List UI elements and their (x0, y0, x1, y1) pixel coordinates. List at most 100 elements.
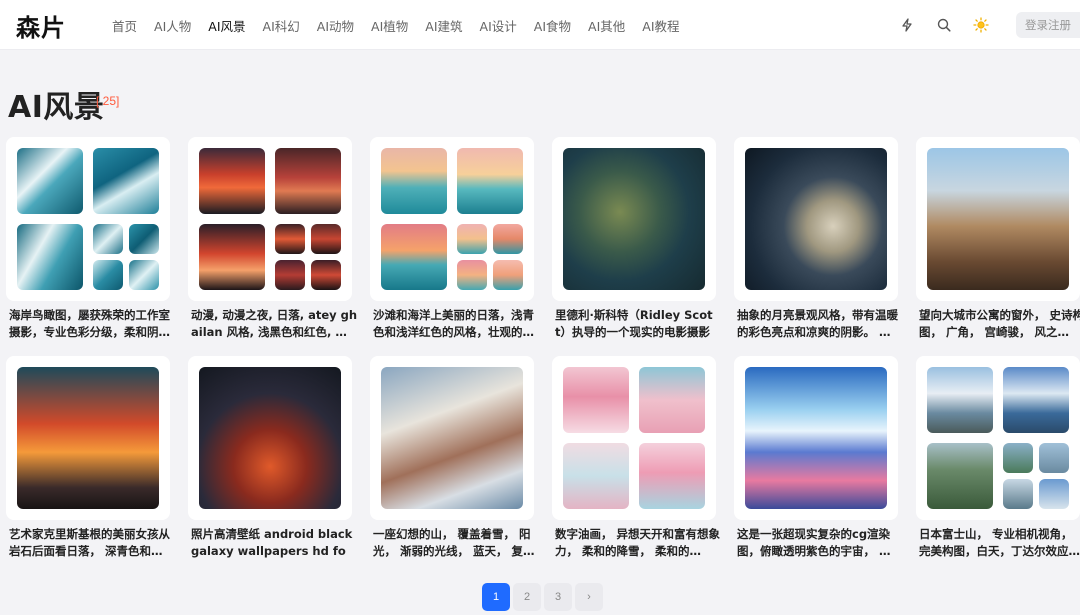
nav-item-ai-architecture[interactable]: AI建筑 (425, 16, 462, 35)
pagination: 1 2 3 › (482, 583, 606, 611)
mount-fuji-image (1039, 479, 1069, 509)
mount-fuji-image (1003, 367, 1069, 433)
card-caption[interactable]: 沙滩和海洋上美丽的日落，浅青色和浅洋红色的风格，壮观的… (370, 307, 540, 341)
anime-sunset-image (199, 224, 265, 290)
nav-item-ai-scifi[interactable]: AI科幻 (263, 16, 300, 35)
moon-landscape-image (745, 148, 887, 290)
card-thumbnail[interactable] (552, 356, 716, 520)
image-card[interactable]: 一座幻想的山， 覆盖着雪， 阳光， 渐弱的光线， 蓝天， 复… (370, 356, 535, 560)
coast-aerial-image (17, 224, 83, 290)
pink-fantasy-image (639, 443, 705, 509)
beach-sunset-image (457, 260, 487, 290)
nav-item-ai-food[interactable]: AI食物 (534, 16, 571, 35)
pink-fantasy-image (563, 443, 629, 509)
nav-item-ai-people[interactable]: AI人物 (154, 16, 191, 35)
card-thumbnail[interactable] (916, 356, 1080, 520)
cinematic-landscape-image (563, 148, 705, 290)
search-icon[interactable] (926, 7, 962, 43)
nav-item-home[interactable]: 首页 (112, 16, 137, 35)
pink-fantasy-image (639, 367, 705, 433)
card-thumbnail[interactable] (916, 137, 1080, 301)
surreal-universe-image (745, 367, 887, 509)
card-caption[interactable]: 动漫, 动漫之夜, 日落, atey ghailan 风格, 浅黑色和红色, … (188, 307, 358, 341)
anime-sunset-image (311, 224, 341, 254)
card-thumbnail[interactable] (6, 137, 170, 301)
main-nav: 首页 AI人物 AI风景 AI科幻 AI动物 AI植物 AI建筑 AI设计 AI… (112, 0, 697, 50)
anime-sunset-image (275, 224, 305, 254)
card-caption[interactable]: 这是一张超现实复杂的cg渲染图，俯瞰透明紫色的宇宙， … (734, 526, 904, 560)
coast-aerial-image (129, 224, 159, 254)
beach-sunset-image (457, 148, 523, 214)
item-count: [ 25] (96, 94, 120, 108)
card-caption[interactable]: 望向大城市公寓的窗外， 史诗构图， 广角， 宫崎骏， 风之… (916, 307, 1080, 341)
mount-fuji-image (927, 367, 993, 433)
image-card[interactable]: 海岸鸟瞰图，屡获殊荣的工作室摄影，专业色彩分级，柔和阴… (6, 137, 170, 341)
header-tools: 登录注册 (889, 0, 1080, 50)
nav-item-ai-design[interactable]: AI设计 (480, 16, 517, 35)
beach-sunset-image (381, 224, 447, 290)
card-thumbnail[interactable] (734, 137, 898, 301)
next-page-chevron-icon[interactable]: › (575, 583, 603, 611)
image-card[interactable]: 动漫, 动漫之夜, 日落, atey ghailan 风格, 浅黑色和红色, … (188, 137, 357, 341)
anime-sunset-image (311, 260, 341, 290)
page-button-1[interactable]: 1 (482, 583, 510, 611)
card-thumbnail[interactable] (370, 137, 534, 301)
card-caption[interactable]: 数字油画， 异想天开和富有想象力， 柔和的降雪， 柔和的… (552, 526, 722, 560)
card-thumbnail[interactable] (552, 137, 716, 301)
nav-item-ai-other[interactable]: AI其他 (588, 16, 625, 35)
card-caption[interactable]: 一座幻想的山， 覆盖着雪， 阳光， 渐弱的光线， 蓝天， 复… (370, 526, 540, 560)
mount-fuji-image (1003, 443, 1033, 473)
site-logo[interactable]: 森片 (16, 8, 66, 43)
image-card[interactable]: 日本富士山， 专业相机视角， 完美构图，白天，丁达尔效应… (916, 356, 1080, 560)
snow-mountain-image (381, 367, 523, 509)
image-card[interactable]: 照片高清壁纸 android black galaxy wallpapers h… (188, 356, 352, 560)
page-title: AI风景 (8, 90, 105, 125)
anime-sunset-image (275, 260, 305, 290)
sun-icon[interactable] (963, 7, 999, 43)
nav-item-ai-animals[interactable]: AI动物 (317, 16, 354, 35)
image-card[interactable]: 抽象的月亮景观风格，带有温暖的彩色亮点和凉爽的阴影。 … (734, 137, 898, 341)
card-caption[interactable]: 照片高清壁纸 android black galaxy wallpapers h… (188, 526, 358, 560)
image-card[interactable]: 里德利·斯科特（Ridley Scott）执导的一个现实的电影摄影场… (552, 137, 716, 341)
page-button-2[interactable]: 2 (513, 583, 541, 611)
pink-fantasy-image (563, 367, 629, 433)
image-card[interactable]: 艺术家克里斯基根的美丽女孩从岩石后面看日落， 深青色和… (6, 356, 170, 560)
coast-aerial-image (17, 148, 83, 214)
beach-sunset-image (493, 260, 523, 290)
card-thumbnail[interactable] (6, 356, 170, 520)
card-caption[interactable]: 海岸鸟瞰图，屡获殊荣的工作室摄影，专业色彩分级，柔和阴… (6, 307, 176, 341)
coast-aerial-image (93, 260, 123, 290)
coast-aerial-image (129, 260, 159, 290)
top-header: 森片 首页 AI人物 AI风景 AI科幻 AI动物 AI植物 AI建筑 AI设计… (0, 0, 1080, 50)
nav-item-ai-tutorials[interactable]: AI教程 (642, 16, 679, 35)
image-card[interactable]: 这是一张超现实复杂的cg渲染图，俯瞰透明紫色的宇宙， … (734, 356, 898, 560)
card-thumbnail[interactable] (734, 356, 898, 520)
page-button-3[interactable]: 3 (544, 583, 572, 611)
coast-aerial-image (93, 148, 159, 214)
card-caption[interactable]: 抽象的月亮景观风格，带有温暖的彩色亮点和凉爽的阴影。 … (734, 307, 904, 341)
nav-item-ai-plants[interactable]: AI植物 (371, 16, 408, 35)
beach-sunset-image (381, 148, 447, 214)
girl-sunset-rock-image (17, 367, 159, 509)
lightning-icon[interactable] (889, 7, 925, 43)
card-caption[interactable]: 日本富士山， 专业相机视角， 完美构图，白天，丁达尔效应… (916, 526, 1080, 560)
mount-fuji-image (1003, 479, 1033, 509)
beach-sunset-image (457, 224, 487, 254)
anime-sunset-image (275, 148, 341, 214)
image-card[interactable]: 沙滩和海洋上美丽的日落，浅青色和浅洋红色的风格，壮观的… (370, 137, 534, 341)
mount-fuji-image (927, 443, 993, 509)
card-caption[interactable]: 里德利·斯科特（Ridley Scott）执导的一个现实的电影摄影场… (552, 307, 722, 341)
galaxy-wallpaper-image (199, 367, 341, 509)
card-thumbnail[interactable] (188, 137, 352, 301)
image-card[interactable]: 望向大城市公寓的窗外， 史诗构图， 广角， 宫崎骏， 风之… (916, 137, 1080, 341)
card-thumbnail[interactable] (188, 356, 352, 520)
card-thumbnail[interactable] (370, 356, 534, 520)
anime-sunset-image (199, 148, 265, 214)
mount-fuji-image (1039, 443, 1069, 473)
login-register-button[interactable]: 登录注册 (1016, 12, 1080, 38)
beach-sunset-image (493, 224, 523, 254)
nav-item-ai-landscape[interactable]: AI风景 (208, 16, 245, 35)
city-window-view-image (927, 148, 1069, 290)
image-card[interactable]: 数字油画， 异想天开和富有想象力， 柔和的降雪， 柔和的… (552, 356, 720, 560)
card-caption[interactable]: 艺术家克里斯基根的美丽女孩从岩石后面看日落， 深青色和… (6, 526, 176, 560)
